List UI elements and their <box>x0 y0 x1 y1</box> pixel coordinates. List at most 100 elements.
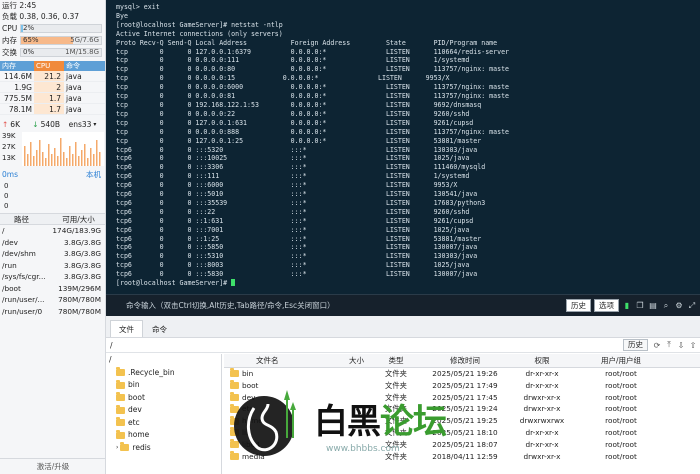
tab-commands[interactable]: 命令 <box>143 320 176 337</box>
header-owner[interactable]: 用户/用户组 <box>576 354 666 367</box>
paste-icon[interactable]: ▤ <box>648 300 658 311</box>
options-button[interactable]: 选项 <box>594 299 619 312</box>
terminal-line: tcp6 0 0 :::3306 :::* LISTEN 111460/mysq… <box>116 163 486 172</box>
disk-row[interactable]: /dev/shm 3.8G/3.8G <box>0 248 105 260</box>
process-row[interactable]: 1.9G 2 java <box>0 82 105 93</box>
search-icon[interactable]: ⌕ <box>661 300 671 311</box>
file-type: 文件夹 <box>385 392 407 402</box>
tree-item-bin[interactable]: bin <box>106 379 221 392</box>
terminal-line: Active Internet connections (only server… <box>116 29 283 38</box>
disk-row[interactable]: / 174G/183.9G <box>0 225 105 237</box>
interface-select[interactable]: ens33 <box>69 119 92 131</box>
file-perm: dr-xr-xr-x <box>525 380 559 390</box>
terminal-line: tcp 0 0 0.0.0.0:15 0.0.0.0:* LISTEN 9953… <box>116 74 450 83</box>
header-name[interactable]: 文件名 <box>224 354 328 367</box>
terminal-output[interactable]: mysql> exit Bye [root@localhost GameServ… <box>106 0 700 294</box>
file-type: 文件夹 <box>385 404 407 414</box>
net-scale-top: 39K <box>2 132 16 140</box>
disk-row[interactable]: /run/user/0 780M/780M <box>0 306 105 318</box>
file-row[interactable]: media 文件夹 2018/04/11 12:59 drwxr-xr-x root/r… <box>224 450 700 463</box>
process-cmd: java <box>66 94 82 103</box>
terminal-line: tcp 0 0 0.0.0.0:22 0.0.0.0:* LISTEN 9260… <box>116 109 470 118</box>
path-history-button[interactable]: 历史 <box>623 339 648 351</box>
file-row[interactable]: bin 文件夹 2025/05/21 19:26 dr-xr-xr-x root/roo… <box>224 368 700 380</box>
disk-header-path[interactable]: 路径 <box>0 214 52 224</box>
history-button[interactable]: 历史 <box>566 299 591 312</box>
header-size[interactable]: 大小 <box>328 354 370 367</box>
chevron-right-icon[interactable]: › <box>116 442 118 455</box>
proc-header-cmd[interactable]: 命令 <box>64 61 105 71</box>
latency-scale-mid: 0 <box>4 192 9 200</box>
tree-item-root[interactable]: / <box>106 354 221 367</box>
file-time: 2018/04/11 12:59 <box>432 451 498 461</box>
disk-path: / <box>2 226 5 235</box>
latency-host[interactable]: 本机 <box>86 169 105 181</box>
file-type: 文件夹 <box>385 427 407 437</box>
lightning-icon[interactable]: ▮ <box>622 300 632 311</box>
file-name-cell: dev <box>224 391 328 404</box>
file-row[interactable]: boot 文件夹 2025/05/21 17:49 dr-xr-xr-x root/ro… <box>224 380 700 392</box>
path-input[interactable]: / <box>110 341 623 350</box>
header-time[interactable]: 修改时间 <box>422 354 508 367</box>
disk-row[interactable]: /run/user/... 780M/780M <box>0 294 105 306</box>
proc-header-mem[interactable]: 内存 <box>0 61 34 71</box>
file-size <box>328 380 370 392</box>
file-owner: root/root <box>605 392 637 402</box>
folder-icon <box>230 450 239 460</box>
process-mem: 114.6M <box>4 72 32 81</box>
process-row[interactable]: 78.1M 1.7 java <box>0 104 105 115</box>
disk-row[interactable]: /dev 3.8G/3.8G <box>0 237 105 249</box>
file-row[interactable]: home 文件夹 2025/05/21 19:25 drwxrwxrwx root/ro… <box>224 415 700 427</box>
activate-upgrade-link[interactable]: 激活/升级 <box>0 458 105 474</box>
finalshell-window: 运行 2:45 负载 0.38, 0.36, 0.37 CPU 2% 内存 65% 5G… <box>0 0 700 474</box>
download-icon[interactable]: ⇩ <box>676 341 686 350</box>
disk-header-size[interactable]: 可用/大小 <box>52 214 105 224</box>
file-name: lib64 <box>242 439 260 449</box>
tree-item-boot[interactable]: boot <box>106 392 221 405</box>
file-row[interactable]: etc 文件夹 2025/05/21 19:24 drwxr-xr-x root/roo… <box>224 403 700 415</box>
proc-header-cpu[interactable]: CPU <box>34 61 64 71</box>
disk-row[interactable]: /boot 139M/296M <box>0 283 105 295</box>
tree-item-Recycle_bin[interactable]: .Recycle_bin <box>106 367 221 380</box>
file-name-cell: boot <box>224 380 328 392</box>
copy-icon[interactable]: ❐ <box>635 300 645 311</box>
command-input-hint[interactable]: 命令输入（双击Ctrl切换,Alt历史,Tab路径/命令,Esc关闭窗口） <box>106 300 566 311</box>
process-row[interactable]: 114.6M 21.2 java <box>0 71 105 82</box>
tree-item-redis[interactable]: › redis <box>106 442 221 455</box>
file-name-cell: lib64 <box>224 439 328 451</box>
disk-size: 780M/780M <box>58 295 101 304</box>
tree-item-dev[interactable]: dev <box>106 404 221 417</box>
terminal-line: mysql> exit <box>116 3 160 11</box>
terminal-line: tcp6 0 0 :::5320 :::* LISTEN 130303/java <box>116 145 478 154</box>
gear-icon[interactable]: ⚙ <box>674 300 684 311</box>
parent-folder-icon[interactable]: ⤒ <box>664 340 674 350</box>
disk-row[interactable]: /sys/fs/cgr... 3.8G/3.8G <box>0 271 105 283</box>
file-row[interactable]: lib 文件夹 2025/05/21 18:10 dr-xr-xr-x root/roo… <box>224 427 700 439</box>
file-list-header: 文件名 大小 类型 修改时间 权限 用户/用户组 <box>224 354 700 368</box>
chevron-down-icon[interactable]: ▾ <box>93 119 96 131</box>
tree-item-label: bin <box>128 380 140 389</box>
file-owner: root/root <box>605 451 637 461</box>
refresh-icon[interactable]: ⟳ <box>652 341 662 350</box>
terminal-line: tcp6 0 0 ::1:631 :::* LISTEN 9261/cupsd <box>116 216 474 225</box>
tab-files[interactable]: 文件 <box>110 320 143 337</box>
header-perm[interactable]: 权限 <box>508 354 576 367</box>
process-row[interactable]: 775.5M 1.7 java <box>0 93 105 104</box>
file-perm: drwxr-xr-x <box>523 404 561 414</box>
file-time: 2025/05/21 19:25 <box>432 416 498 426</box>
disk-row[interactable]: /run 3.8G/3.8G <box>0 260 105 272</box>
upload-icon[interactable]: ⇧ <box>688 341 698 350</box>
fullscreen-icon[interactable]: ⤢ <box>687 300 697 311</box>
file-row[interactable]: dev 文件夹 2025/05/21 17:45 drwxr-xr-x root/roo… <box>224 391 700 404</box>
header-type[interactable]: 类型 <box>370 354 422 367</box>
file-perm: drwxrwxrwx <box>519 416 565 426</box>
file-row[interactable]: lib64 文件夹 2025/05/21 18:07 dr-xr-xr-x root/r… <box>224 439 700 451</box>
tree-item-etc[interactable]: etc <box>106 417 221 430</box>
file-list: 文件名 大小 类型 修改时间 权限 用户/用户组 bin 文件夹 2025/05/2… <box>224 354 700 474</box>
disk-path: /dev <box>2 237 18 247</box>
meter-2: 交换 0% 1M/15.8G <box>0 46 105 58</box>
tree-item-home[interactable]: home <box>106 429 221 442</box>
disk-size: 3.8G/3.8G <box>64 260 101 270</box>
terminal-cursor[interactable] <box>231 279 236 287</box>
terminal-line: tcp6 0 0 :::5010 :::* LISTEN 130541/java <box>116 190 478 199</box>
